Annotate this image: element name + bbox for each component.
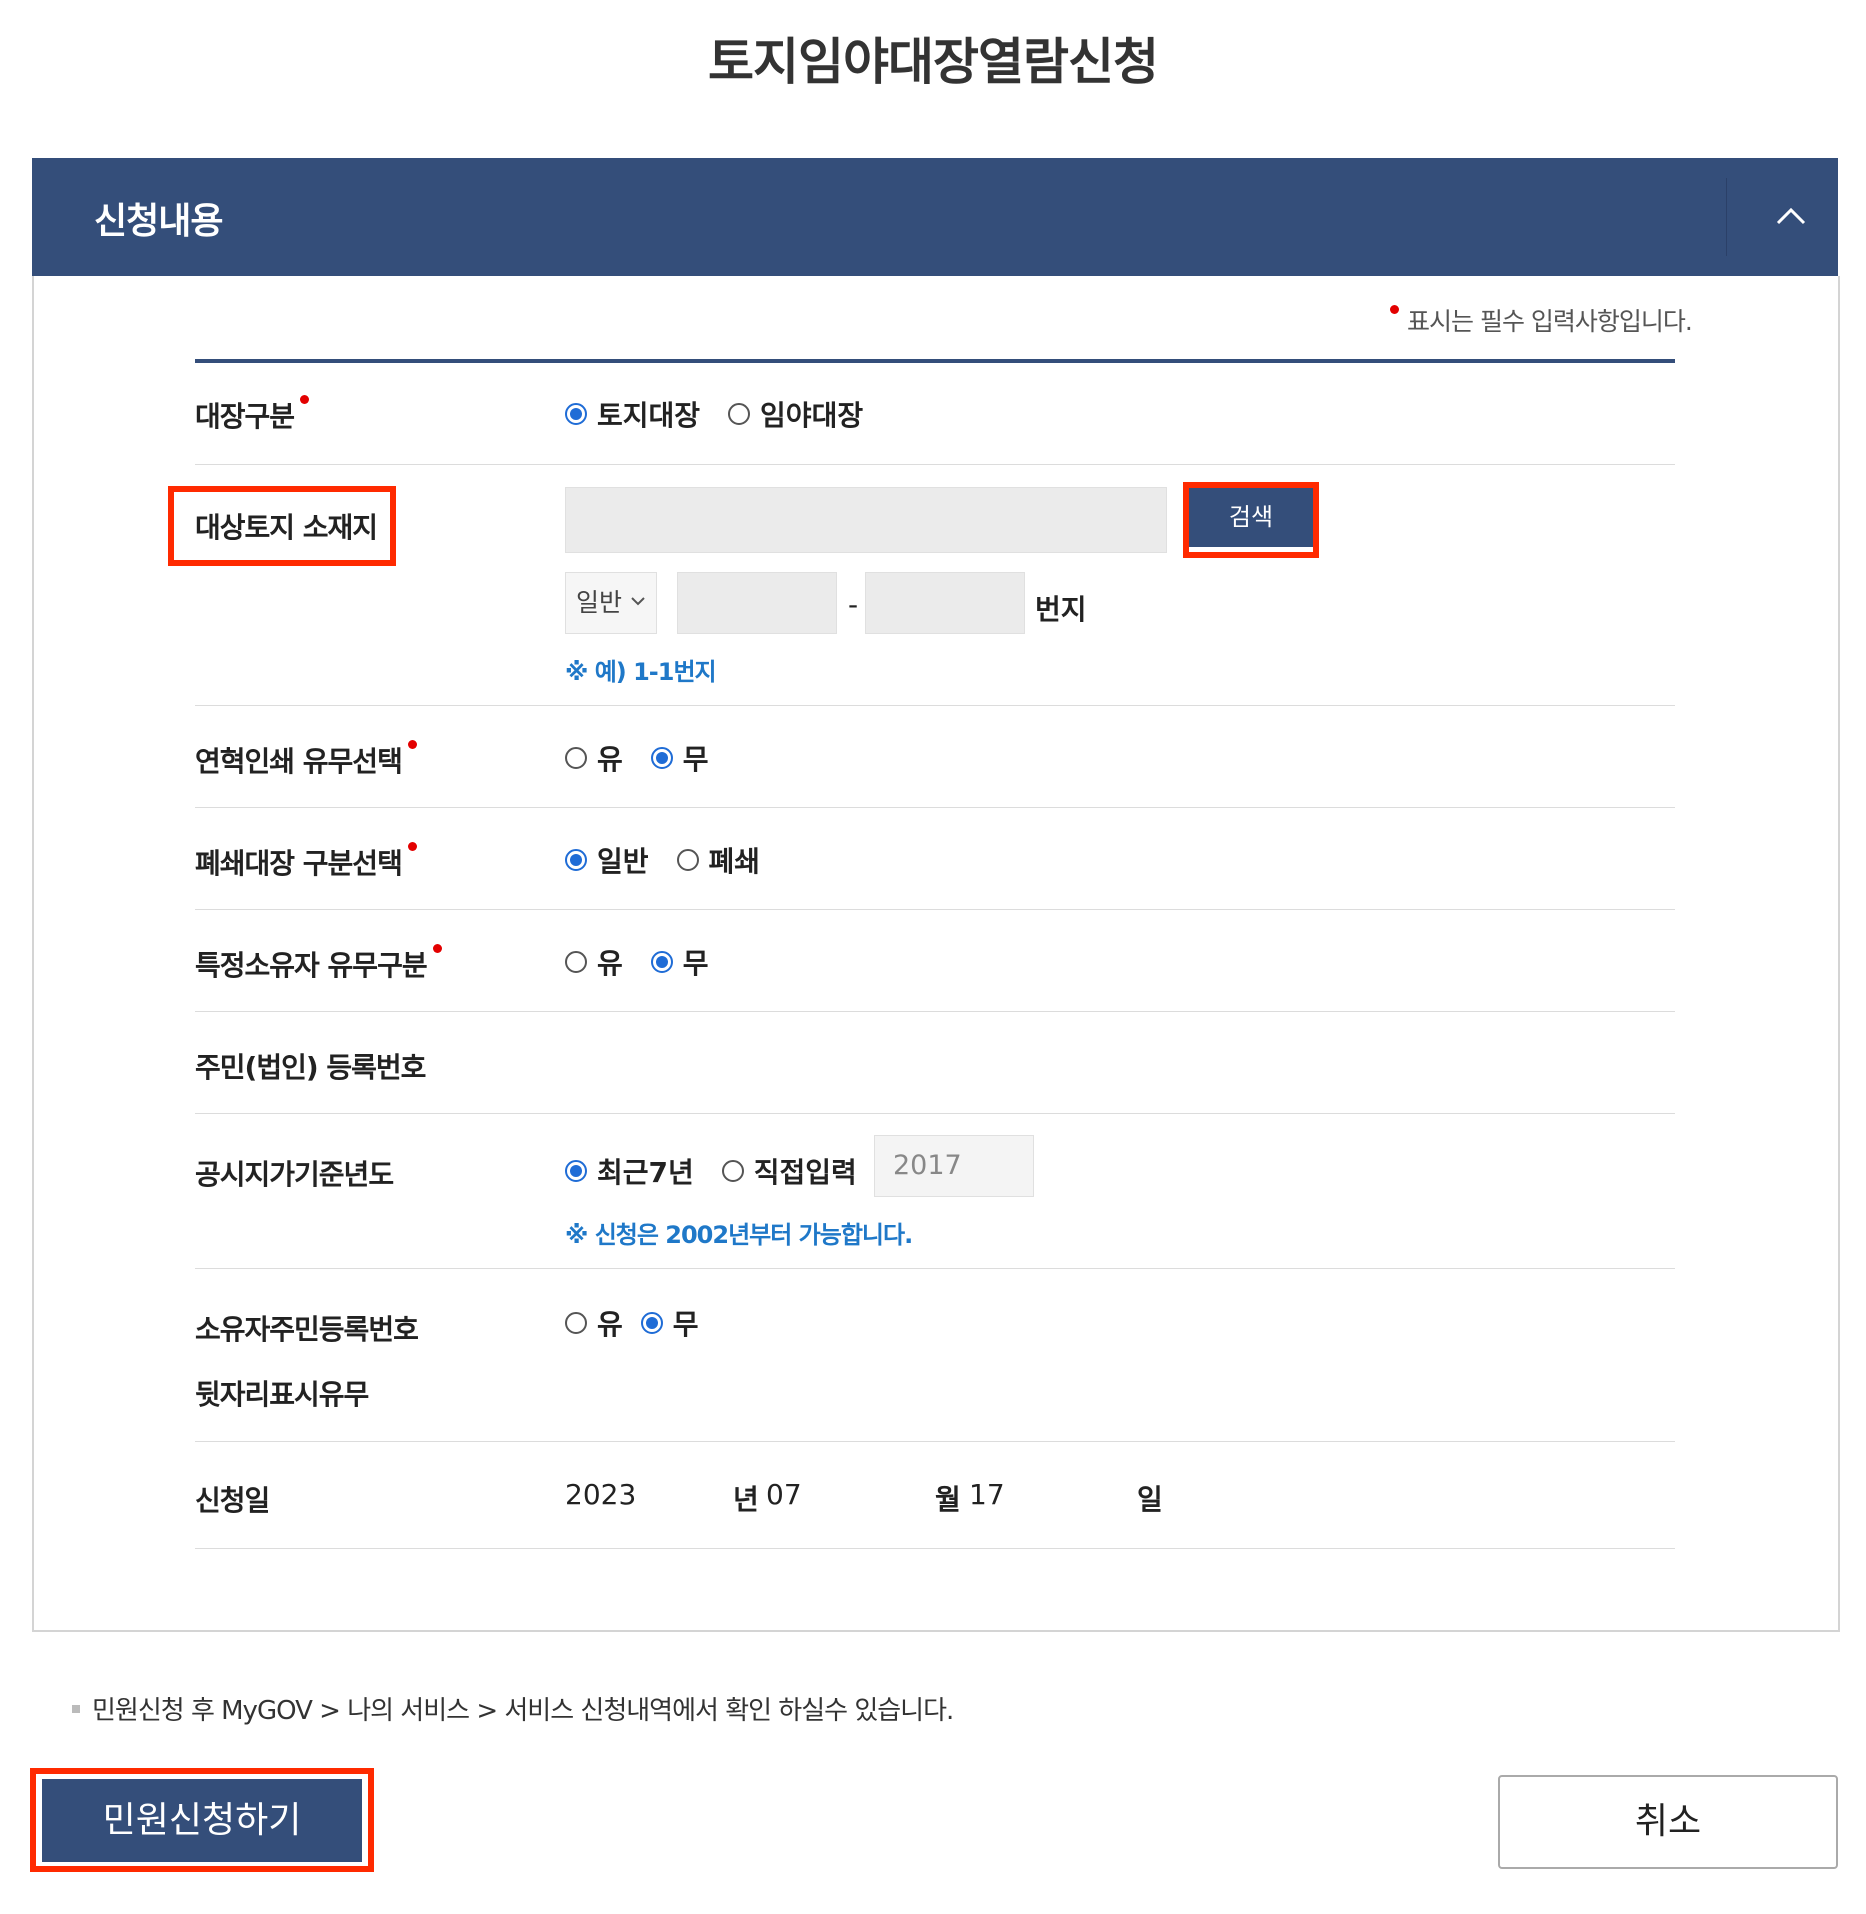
required-dot	[300, 395, 310, 404]
lot-number-hint: ※ 예) 1-1번지	[565, 658, 717, 686]
required-note: 표시는 필수 입력사항입니다.	[1390, 302, 1693, 338]
apply-day: 17	[969, 1478, 1005, 1511]
chevron-up-icon	[1776, 207, 1806, 225]
closed-ledger-label: 폐쇄대장 구분선택	[195, 842, 417, 882]
year-input[interactable]: 2017	[874, 1135, 1034, 1197]
radio-unselected-icon	[565, 1312, 587, 1334]
radio-selected-icon	[650, 747, 673, 769]
resident-number-label: 주민(법인) 등록번호	[195, 1051, 426, 1084]
apply-month: 07	[766, 1478, 802, 1511]
lot-sub-number-input[interactable]	[865, 572, 1025, 634]
radio-selected-icon	[565, 849, 587, 871]
radio-unselected-icon	[721, 1160, 744, 1182]
row-divider	[195, 1268, 1675, 1269]
radio-unselected-icon	[565, 747, 587, 769]
header-divider	[1726, 178, 1727, 256]
radio-selected-icon	[565, 403, 587, 425]
row-divider	[195, 705, 1675, 706]
row-divider	[195, 1011, 1675, 1012]
specific-owner-label: 특정소유자 유무구분	[195, 944, 442, 984]
apply-year: 2023	[565, 1478, 637, 1511]
owner-id-suffix-label-line2: 뒷자리표시유무	[195, 1378, 369, 1411]
bullet-icon	[72, 1705, 80, 1713]
radio-land-ledger[interactable]: 토지대장	[565, 394, 700, 434]
radio-closed-general[interactable]: 일반	[565, 840, 649, 880]
radio-unselected-icon	[565, 951, 587, 973]
ledger-type-radio-group: 토지대장 임야대장	[565, 394, 891, 434]
form-top-rule	[195, 359, 1675, 363]
apply-date-label: 신청일	[195, 1484, 270, 1517]
chevron-down-icon	[631, 597, 645, 606]
price-year-radio-group: 최근7년 직접입력	[565, 1151, 885, 1191]
lot-suffix: 번지	[1035, 593, 1087, 626]
required-dot	[432, 944, 442, 953]
apply-year-unit: 년	[733, 1483, 759, 1516]
address-search-input[interactable]	[565, 487, 1167, 553]
footnote: 민원신청 후 MyGOV > 나의 서비스 > 서비스 신청내역에서 확인 하실…	[72, 1690, 954, 1727]
specific-owner-radio-group: 유 무	[565, 942, 737, 982]
history-print-radio-group: 유 무	[565, 738, 737, 778]
radio-history-yes[interactable]: 유	[565, 738, 623, 778]
page-title: 토지임야대장열람신청	[708, 33, 1159, 91]
row-divider	[195, 909, 1675, 910]
radio-recent-7-years[interactable]: 최근7년	[565, 1151, 694, 1191]
required-dot	[1390, 305, 1399, 314]
radio-history-no[interactable]: 무	[650, 738, 709, 778]
search-button[interactable]: 검색	[1188, 487, 1314, 547]
row-divider	[195, 1441, 1675, 1442]
radio-owner-no[interactable]: 무	[650, 942, 709, 982]
radio-suffix-yes[interactable]: 유	[565, 1303, 623, 1343]
ledger-type-label: 대장구분	[195, 395, 310, 435]
section-header: 신청내용	[32, 158, 1838, 276]
apply-day-unit: 일	[1137, 1483, 1163, 1516]
submit-application-button[interactable]: 민원신청하기	[42, 1779, 362, 1862]
row-divider	[195, 1548, 1675, 1549]
radio-forest-ledger[interactable]: 임야대장	[728, 394, 863, 434]
year-range-hint: ※ 신청은 2002년부터 가능합니다.	[565, 1221, 913, 1249]
section-title: 신청내용	[94, 201, 223, 242]
required-dot	[407, 740, 417, 749]
radio-owner-yes[interactable]: 유	[565, 942, 623, 982]
radio-selected-icon	[640, 1312, 663, 1334]
radio-selected-icon	[565, 1160, 587, 1182]
row-divider	[195, 1113, 1675, 1114]
owner-id-suffix-radio-group: 유 무	[565, 1303, 727, 1343]
row-divider	[195, 464, 1675, 465]
radio-unselected-icon	[676, 849, 699, 871]
lot-main-number-input[interactable]	[677, 572, 837, 634]
collapse-button[interactable]	[1768, 194, 1814, 240]
row-divider	[195, 807, 1675, 808]
owner-id-suffix-label-line1: 소유자주민등록번호	[195, 1313, 419, 1346]
lot-type-select[interactable]: 일반	[565, 572, 657, 634]
price-year-label: 공시지가기준년도	[195, 1158, 394, 1191]
radio-direct-input[interactable]: 직접입력	[721, 1151, 857, 1191]
radio-unselected-icon	[728, 403, 751, 425]
history-print-label: 연혁인쇄 유무선택	[195, 740, 417, 780]
radio-selected-icon	[650, 951, 673, 973]
radio-suffix-no[interactable]: 무	[640, 1303, 699, 1343]
required-dot	[407, 842, 417, 851]
location-label: 대상토지 소재지	[195, 511, 378, 544]
cancel-button[interactable]: 취소	[1498, 1775, 1838, 1869]
closed-ledger-radio-group: 일반 폐쇄	[565, 840, 788, 880]
lot-separator: -	[848, 588, 859, 621]
apply-month-unit: 월	[935, 1483, 961, 1516]
radio-closed-closed[interactable]: 폐쇄	[676, 840, 760, 880]
